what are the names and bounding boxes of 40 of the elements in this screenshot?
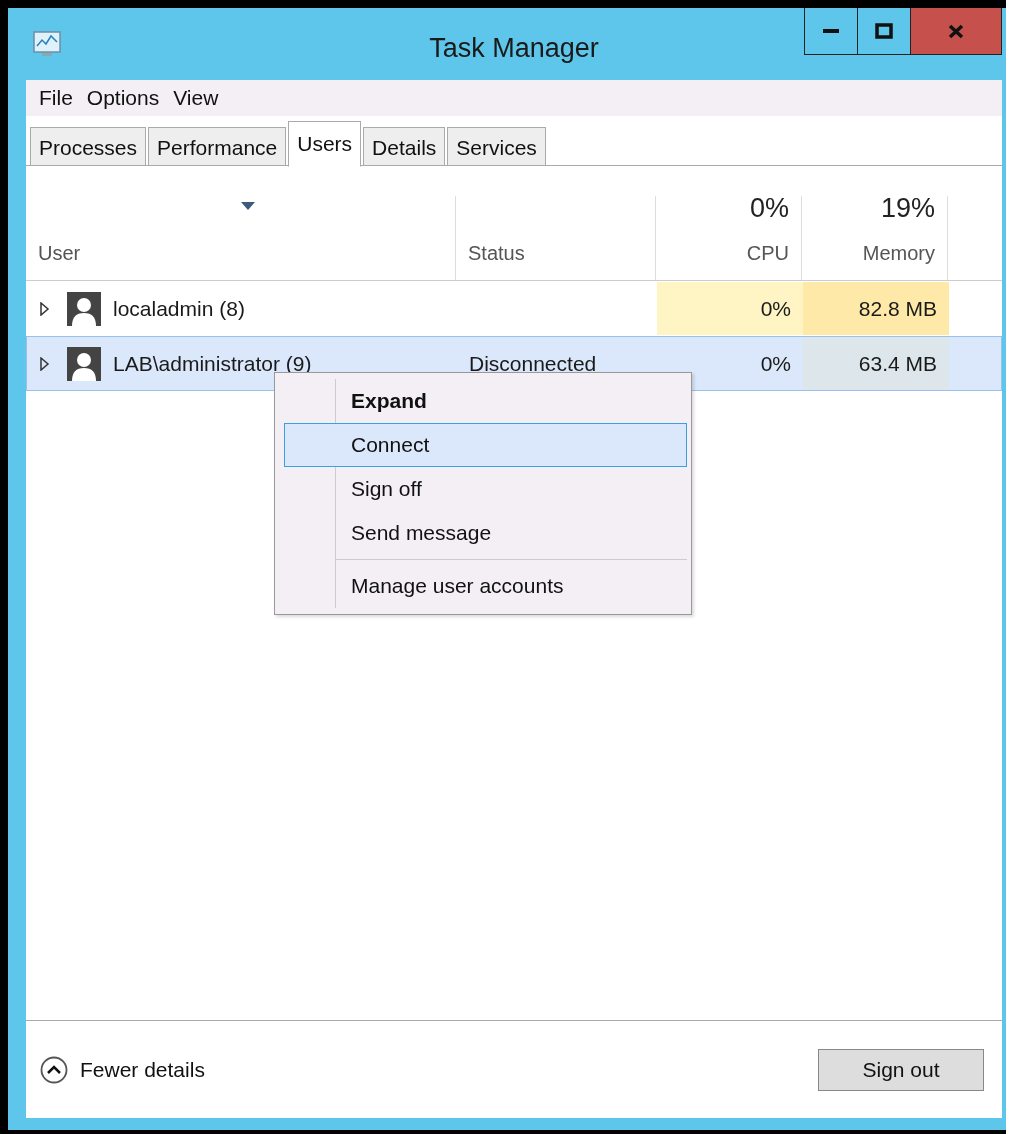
menu-item[interactable]: Options: [81, 82, 165, 114]
menu-item[interactable]: Sign off: [284, 467, 687, 511]
tab[interactable]: Users: [288, 120, 362, 167]
table-cell: 63.4 MB: [803, 337, 949, 390]
menu-item[interactable]: Connect: [284, 423, 687, 467]
app-icon: [32, 30, 62, 58]
chevron-up-icon: [40, 1055, 68, 1084]
menu-item[interactable]: View: [168, 82, 224, 114]
user-name: localadmin (8): [113, 295, 245, 322]
user-icon: [67, 346, 101, 381]
close-icon: [947, 22, 965, 40]
column-header[interactable]: 19% Memory: [802, 196, 948, 280]
close-button[interactable]: [910, 8, 1002, 55]
sign-out-button[interactable]: Sign out: [818, 1048, 984, 1091]
tab[interactable]: Details: [363, 127, 446, 165]
status-text: Disconnected: [469, 350, 597, 377]
tab[interactable]: Performance: [148, 127, 287, 165]
minimize-icon: [823, 29, 839, 33]
column-header[interactable]: User: [26, 196, 456, 280]
minimize-button[interactable]: [804, 8, 857, 55]
window-title: Task Manager: [429, 32, 599, 65]
column-label: Status: [468, 241, 526, 266]
menu-item[interactable]: Manage user accounts: [284, 564, 687, 608]
table-row[interactable]: localadmin (8) 0% 82.8 MB: [26, 281, 1002, 336]
maximize-icon: [875, 22, 893, 40]
tab[interactable]: Processes: [30, 127, 147, 165]
column-label: Memory: [861, 241, 935, 266]
column-label: CPU: [745, 241, 789, 266]
column-header[interactable]: Status: [456, 196, 656, 280]
column-label: User: [38, 241, 82, 266]
fewer-details-toggle[interactable]: Fewer details: [40, 1053, 205, 1086]
expand-toggle[interactable]: [39, 356, 51, 371]
menu-item[interactable]: Send message: [284, 511, 687, 555]
table-cell: 82.8 MB: [803, 282, 949, 335]
column-header[interactable]: 0% CPU: [656, 196, 802, 280]
user-icon: [67, 291, 101, 326]
expand-toggle[interactable]: [39, 301, 51, 316]
table-cell: 0%: [657, 282, 803, 335]
tab[interactable]: Services: [447, 127, 546, 165]
menu-item[interactable]: File: [34, 82, 78, 114]
